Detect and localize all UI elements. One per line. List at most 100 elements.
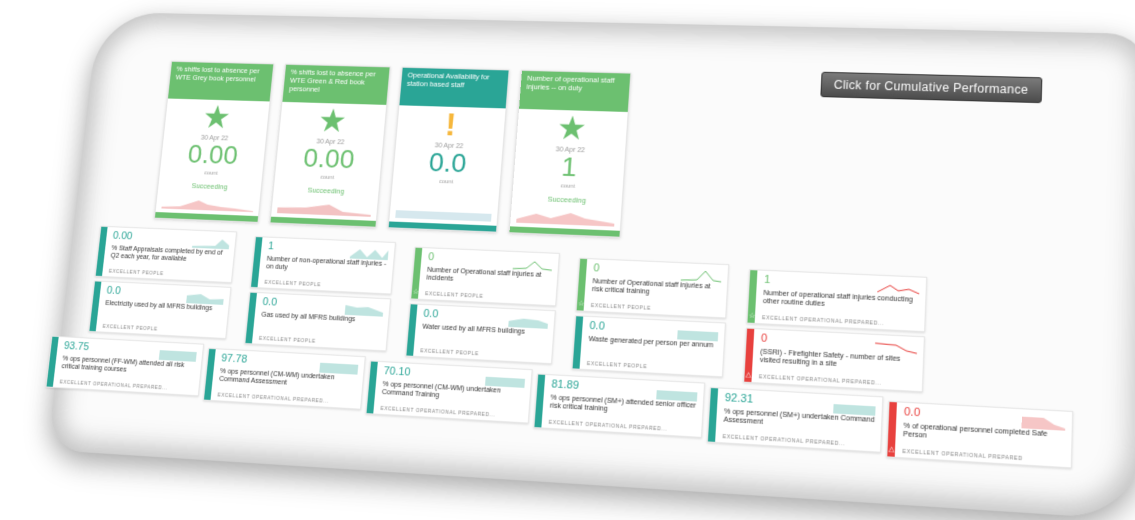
tile-sparkline <box>677 330 719 342</box>
kpi-footer-bar <box>154 211 259 222</box>
metric-tile[interactable]: ☆ 1 Number of operational staff injuries… <box>746 269 928 333</box>
tile-sparkline <box>833 404 876 416</box>
tile-category: EXCELLENT OPERATIONAL PREPARED... <box>758 374 882 387</box>
kpi-card[interactable]: % shifts lost to absence per WTE Green &… <box>269 63 391 228</box>
metric-tile[interactable]: 97.78 % ops personnel (CM-WM) undertaken… <box>202 347 366 410</box>
tile-category: EXCELLENT PEOPLE <box>590 302 652 312</box>
tile-sparkline <box>484 376 526 388</box>
tile-status-bar <box>245 292 257 344</box>
tile-value: 0 <box>593 262 600 275</box>
tile-value: 93.75 <box>63 340 90 354</box>
tile-sparkline <box>319 362 359 375</box>
warning-triangle-icon: △ <box>745 371 752 379</box>
metric-tile[interactable]: 1 Number of non-operational staff injuri… <box>249 236 396 295</box>
star-outline-icon: ☆ <box>412 288 420 296</box>
metric-tile[interactable]: 0.0 Water used by all MFRS buildings EXC… <box>405 303 556 365</box>
tile-value: 70.10 <box>383 365 411 379</box>
tile-category: EXCELLENT PEOPLE <box>102 323 158 333</box>
tile-status-bar <box>95 226 108 277</box>
tile-status-bar <box>572 316 584 369</box>
kpi-card[interactable]: % shifts lost to absence per WTE Grey bo… <box>153 60 275 223</box>
metric-tile[interactable]: △ 0.0 % of operational personnel complet… <box>886 400 1074 469</box>
kpi-title: % shifts lost to absence per WTE Green &… <box>282 64 390 105</box>
kpi-card[interactable]: Number of operational staff injuries -- … <box>508 69 632 238</box>
tile-status-bar <box>707 388 719 442</box>
metric-tile[interactable]: 0.0 Electricity used by all MFRS buildin… <box>88 280 232 340</box>
tile-sparkline <box>186 293 225 305</box>
tile-value: 92.31 <box>724 391 754 406</box>
metric-tile[interactable]: 0.0 Waste generated per person per annum… <box>571 315 726 378</box>
kpi-title: Number of operational staff injuries -- … <box>519 70 631 113</box>
kpi-card[interactable]: Operational Availability for station bas… <box>387 66 510 233</box>
tile-status-bar <box>46 336 59 387</box>
star-icon: ★ <box>200 99 233 136</box>
tile-value: 1 <box>763 273 771 287</box>
tile-category: EXCELLENT PEOPLE <box>258 335 316 345</box>
tile-sparkline <box>1021 416 1066 431</box>
kpi-value: 0.0 <box>427 147 468 179</box>
metric-tile[interactable]: ☆ 0 Number of Operational staff injuries… <box>410 246 560 307</box>
tile-sparkline <box>875 339 918 356</box>
star-outline-icon: ☆ <box>577 300 585 308</box>
tile-category: EXCELLENT OPERATIONAL PREPARED <box>902 448 1023 463</box>
tile-sparkline <box>656 390 698 402</box>
tile-sparkline <box>349 248 389 261</box>
kpi-status: Succeeding <box>191 181 228 192</box>
tile-category: EXCELLENT OPERATIONAL PREPARED... <box>761 315 885 328</box>
tile-value: 0.0 <box>422 307 439 321</box>
tile-value: 0 <box>760 332 768 345</box>
warning-triangle-icon: △ <box>888 445 895 454</box>
tile-status-bar <box>534 374 546 428</box>
kpi-unit: count <box>319 174 335 181</box>
sparkline <box>395 210 492 222</box>
dashboard-panel: Click for Cumulative Performance % shift… <box>45 11 1135 520</box>
tile-status-bar <box>251 237 263 288</box>
tile-value: 0.0 <box>589 319 606 333</box>
tile-sparkline <box>508 317 549 329</box>
tile-status-bar <box>406 304 418 356</box>
tile-category: EXCELLENT PEOPLE <box>420 348 479 358</box>
cumulative-performance-button[interactable]: Click for Cumulative Performance <box>819 71 1043 104</box>
tile-value: 0 <box>427 251 435 264</box>
tile-category: EXCELLENT OPERATIONAL PREPARED... <box>548 419 668 433</box>
kpi-footer-bar <box>509 226 620 237</box>
star-outline-icon: ☆ <box>748 312 756 320</box>
tile-sparkline <box>681 267 722 283</box>
tile-value: 97.78 <box>220 352 248 366</box>
kpi-title: % shifts lost to absence per WTE Grey bo… <box>167 61 274 102</box>
metric-tile[interactable]: 70.10 % ops personnel (CM-WM) undertaken… <box>365 360 533 424</box>
metric-tile[interactable]: 0.0 Gas used by all MFRS buildings EXCEL… <box>244 291 392 352</box>
tile-sparkline <box>191 238 230 250</box>
kpi-unit: count <box>438 179 454 186</box>
tile-sparkline <box>158 350 197 362</box>
tile-status-bar <box>366 361 378 414</box>
sparkline <box>161 199 254 213</box>
tile-status-bar <box>203 348 216 400</box>
metric-tile[interactable]: 0.00 % Staff Appraisals completed by end… <box>94 225 238 284</box>
tile-value: 1 <box>267 240 275 253</box>
star-icon: ★ <box>316 102 349 140</box>
kpi-value: 0.00 <box>302 142 356 175</box>
metric-tile[interactable]: 81.89 % ops personnel (SM+) attended sen… <box>533 373 706 438</box>
sparkline <box>516 211 615 227</box>
tile-value: 0.00 <box>112 230 133 243</box>
star-icon: ★ <box>555 109 588 148</box>
tile-status-bar <box>89 281 102 332</box>
tile-value: 0.0 <box>262 296 278 309</box>
metric-tile[interactable]: △ 0 (SSRI) - Firefighter Safety - number… <box>743 327 925 393</box>
tile-category: EXCELLENT PEOPLE <box>108 268 164 277</box>
metric-tile[interactable]: 93.75 % ops personnel (FF-WM) attended a… <box>45 335 205 397</box>
tile-value: 0.0 <box>106 284 122 297</box>
kpi-value: 0.00 <box>186 139 240 170</box>
tile-category: EXCELLENT PEOPLE <box>586 361 648 371</box>
tile-value: 0.0 <box>903 405 921 420</box>
kpi-value: 1 <box>560 151 578 183</box>
kpi-unit: count <box>560 183 576 190</box>
tile-category: EXCELLENT PEOPLE <box>264 279 322 289</box>
tile-category: EXCELLENT OPERATIONAL PREPARED... <box>217 392 330 405</box>
kpi-unit: count <box>203 170 218 177</box>
kpi-footer-bar <box>270 216 376 227</box>
metric-tile[interactable]: ☆ 0 Number of Operational staff injuries… <box>575 257 730 319</box>
metric-tile[interactable]: 92.31 % ops personnel (SM+) undertaken C… <box>706 386 884 453</box>
tile-category: EXCELLENT OPERATIONAL PREPARED... <box>380 405 496 419</box>
